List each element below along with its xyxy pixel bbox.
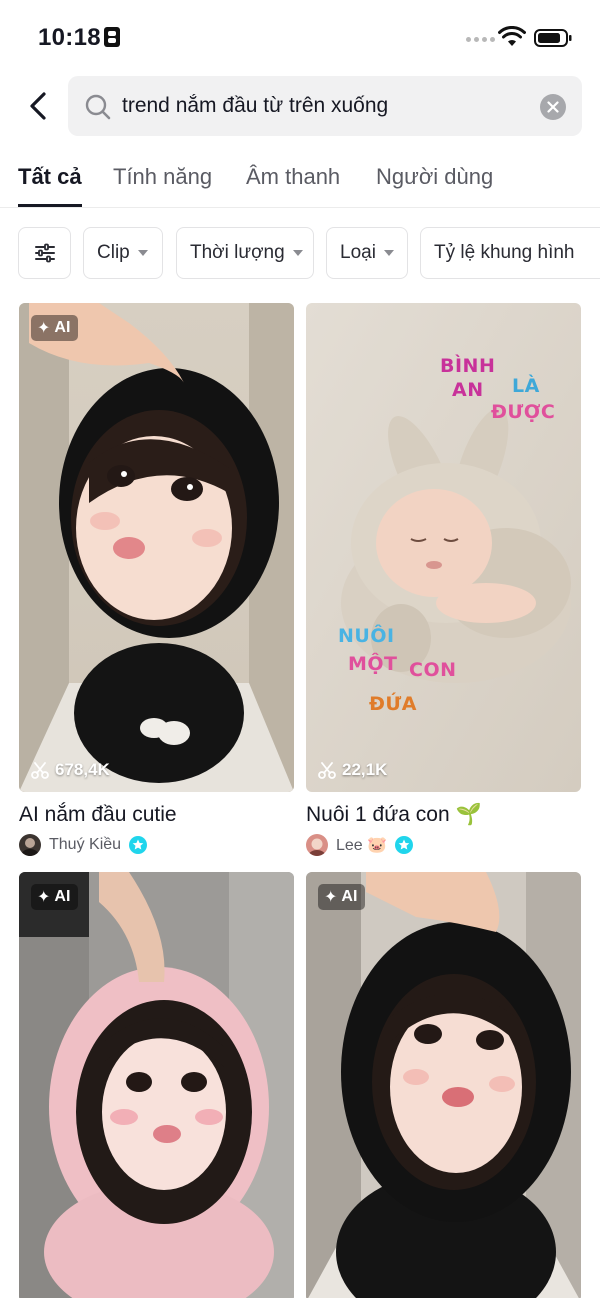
active-tab-indicator (18, 204, 82, 207)
tab-sounds[interactable]: Âm thanh (246, 164, 340, 190)
sticker-text: ĐỨA (369, 693, 417, 715)
template-title[interactable]: Nuôi 1 đứa con 🌱 (306, 803, 482, 827)
tab-all[interactable]: Tất cả (18, 164, 82, 190)
template-thumbnail[interactable]: ✦ AI 678,4K (19, 303, 294, 792)
sticker-text: LÀ (512, 375, 540, 397)
filter-bar: Clip Thời lượng Loại Tỷ lệ khung hình (0, 227, 600, 279)
template-title[interactable]: AI nắm đầu cutie (19, 803, 177, 827)
id-badge-icon (104, 27, 120, 47)
verified-icon (129, 836, 148, 854)
usage-count-value: 678,4K (55, 760, 110, 779)
usage-count-value: 22,1K (342, 760, 388, 779)
ai-badge-label: AI (54, 319, 71, 336)
verified-icon (395, 836, 414, 854)
result-tabs: Tất cả Tính năng Âm thanh Người dùng (0, 150, 600, 208)
wifi-icon (498, 26, 526, 46)
thumbnail-image (19, 872, 294, 1298)
scissors-icon (31, 762, 49, 779)
search-icon (85, 94, 111, 120)
filter-type-label: Loại (340, 242, 376, 263)
usage-count: 22,1K (318, 760, 387, 780)
author-name: Lee 🐷 (336, 837, 388, 854)
filter-clip-dropdown[interactable]: Clip (83, 227, 163, 279)
chevron-down-icon (137, 250, 148, 256)
ai-badge: ✦ AI (31, 315, 79, 341)
ai-badge-label: AI (54, 888, 71, 905)
close-icon (547, 101, 559, 113)
sticker-text: MỘT (348, 653, 398, 675)
author-name: Thuý Kiều (49, 836, 122, 853)
filter-aspect-ratio-label: Tỷ lệ khung hình (434, 242, 575, 263)
sticker-text: BÌNH (440, 355, 496, 377)
avatar (306, 834, 328, 856)
filter-settings-button[interactable] (18, 227, 71, 279)
template-thumbnail[interactable]: ✦ AI (19, 872, 294, 1298)
filter-aspect-ratio-dropdown[interactable]: Tỷ lệ khung hình (420, 227, 600, 279)
back-button[interactable] (22, 88, 54, 124)
author-row[interactable]: Lee 🐷 (306, 833, 414, 857)
signal-icon (466, 37, 495, 42)
filter-clip-label: Clip (97, 242, 130, 263)
template-thumbnail[interactable]: ✦ AI (306, 872, 581, 1298)
ai-badge: ✦ AI (318, 884, 366, 910)
sparkle-icon: ✦ (37, 889, 51, 906)
scissors-icon (318, 762, 336, 779)
ai-badge: ✦ AI (31, 884, 79, 910)
filter-type-dropdown[interactable]: Loại (326, 227, 408, 279)
chevron-left-icon (30, 92, 46, 120)
tab-features[interactable]: Tính năng (113, 164, 212, 190)
sticker-text: CON (409, 659, 457, 681)
sparkle-icon: ✦ (324, 889, 338, 906)
status-time: 10:18 (38, 24, 101, 51)
chevron-down-icon (383, 250, 394, 256)
sparkle-icon: ✦ (37, 320, 51, 337)
clear-search-button[interactable] (540, 94, 566, 120)
status-bar: 10:18 (0, 0, 600, 76)
sliders-icon (34, 243, 55, 263)
chevron-down-icon (292, 250, 303, 256)
search-input[interactable] (122, 76, 522, 136)
sticker-text: NUÔI (338, 625, 395, 647)
tab-users[interactable]: Người dùng (376, 164, 493, 190)
ai-badge-label: AI (341, 888, 358, 905)
search-header (0, 76, 600, 136)
thumbnail-image (19, 303, 294, 792)
sticker-text: ĐƯỢC (491, 401, 556, 423)
thumbnail-image (306, 872, 581, 1298)
author-row[interactable]: Thuý Kiều (19, 833, 148, 857)
template-thumbnail[interactable]: BÌNH AN LÀ ĐƯỢC NUÔI MỘT CON ĐỨA 22,1K (306, 303, 581, 792)
filter-duration-dropdown[interactable]: Thời lượng (176, 227, 314, 279)
battery-icon (534, 29, 572, 47)
search-box[interactable] (68, 76, 582, 136)
usage-count: 678,4K (31, 760, 110, 780)
sticker-text: AN (452, 379, 484, 401)
filter-duration-label: Thời lượng (190, 242, 285, 263)
avatar (19, 834, 41, 856)
